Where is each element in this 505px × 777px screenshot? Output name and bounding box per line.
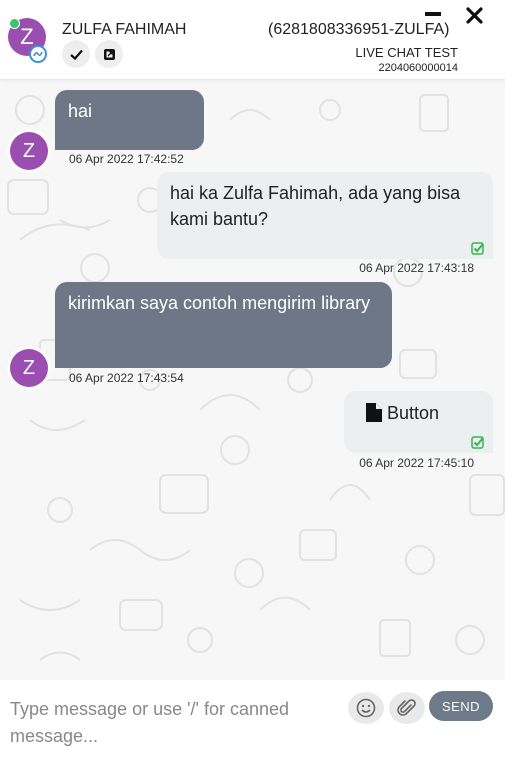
check-icon [69,49,83,60]
sender-avatar: Z [10,349,48,387]
open-external-button[interactable] [95,40,123,68]
message-timestamp: 06 Apr 2022 17:45:10 [359,456,474,470]
close-icon[interactable] [466,7,483,24]
message-input[interactable] [10,696,330,756]
outgoing-message-bubble[interactable]: Button [344,391,493,453]
external-window-icon [103,48,115,60]
incoming-message-bubble: hai [55,90,204,150]
minimize-icon[interactable] [425,8,441,18]
account-name: LIVE CHAT TEST [355,45,458,60]
chat-header: Z ZULFA FAHIMAH (6281808336951-ZULFA) LI… [0,0,505,80]
chat-channel-icon [29,45,47,63]
message-composer: SEND [0,680,505,777]
attachment-icon [397,699,416,716]
message-timestamp: 06 Apr 2022 17:43:18 [359,261,474,275]
outgoing-message-bubble: hai ka Zulfa Fahimah, ada yang bisa kami… [157,172,493,259]
attachment-button[interactable] [389,692,425,724]
emoji-icon [356,698,376,718]
message-timestamp: 06 Apr 2022 17:42:52 [69,152,184,166]
message-text: Button [387,403,440,423]
message-text: hai [68,101,93,121]
sender-avatar: Z [10,132,48,170]
read-check-icon [471,242,484,255]
message-text: hai ka Zulfa Fahimah, ada yang bisa kami… [170,183,461,229]
emoji-button[interactable] [348,692,384,724]
online-status-indicator [9,18,20,29]
message-text: kirimkan saya contoh mengirim library [68,293,371,313]
contact-phone: (6281808336951-ZULFA) [268,21,450,38]
read-check-icon [471,436,484,449]
send-button[interactable]: SEND [429,691,493,721]
incoming-message-bubble: kirimkan saya contoh mengirim library [55,282,392,368]
account-id: 2204060000014 [378,62,458,74]
contact-name: ZULFA FAHIMAH [62,21,187,38]
file-icon [366,403,382,422]
message-list[interactable]: hai Z 06 Apr 2022 17:42:52 hai ka Zulfa … [0,80,505,680]
message-timestamp: 06 Apr 2022 17:43:54 [69,371,184,385]
resolve-chat-button[interactable] [62,40,90,68]
